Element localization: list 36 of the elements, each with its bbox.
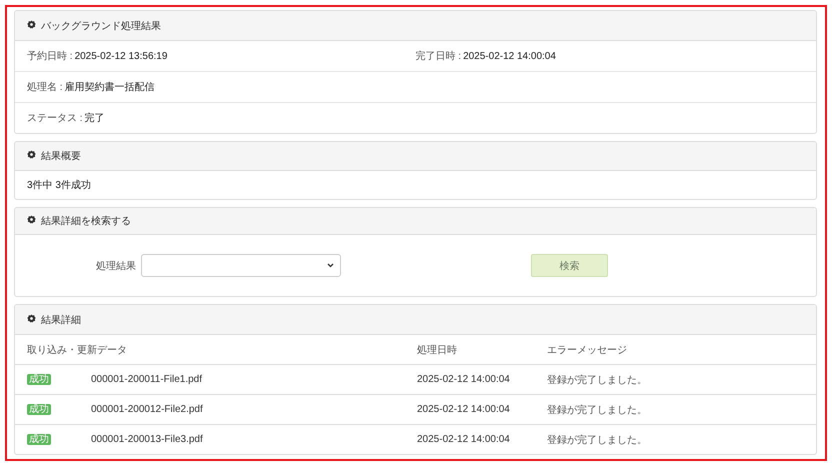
column-header: 取り込み・更新データ: [27, 344, 128, 356]
file-name: 000001-200011-File1.pdf: [91, 374, 204, 385]
panel-title: 結果詳細を検索する: [41, 214, 131, 228]
column-header: エラーメッセージ: [547, 344, 628, 356]
gear-icon: [27, 215, 36, 224]
field-label: 処理名 :: [27, 81, 63, 94]
process-date: 2025-02-12 14:00:04: [417, 404, 511, 415]
result-message: 登録が完了しました。: [547, 374, 648, 386]
file-name: 000001-200012-File2.pdf: [91, 404, 204, 415]
status-badge: 成功: [27, 404, 51, 415]
field-value: 2025-02-12 14:00:04: [463, 50, 556, 62]
gear-icon: [27, 20, 36, 28]
summary-text: 3件中 3件成功: [27, 178, 91, 192]
status-badge: 成功: [27, 374, 51, 385]
field-value: 完了: [84, 112, 105, 125]
field-label: 予約日時 :: [27, 50, 73, 63]
process-date: 2025-02-12 14:00:04: [417, 374, 511, 385]
process-date: 2025-02-12 14:00:04: [417, 434, 511, 445]
panel-title: 結果概要: [41, 150, 81, 163]
result-message: 登録が完了しました。: [547, 404, 648, 416]
search-button[interactable]: 検索: [531, 254, 608, 277]
column-header: 処理日時: [417, 344, 458, 356]
result-message: 登録が完了しました。: [547, 434, 648, 446]
field-label: ステータス :: [27, 112, 83, 125]
file-name: 000001-200013-File3.pdf: [91, 434, 204, 445]
status-badge: 成功: [27, 434, 51, 445]
gear-icon: [27, 314, 36, 322]
field-value: 雇用契約書一括配信: [64, 80, 155, 94]
chevron-down-icon: [327, 263, 334, 268]
filter-label: 処理結果: [95, 260, 137, 272]
panel-title: バックグラウンド処理結果: [41, 20, 161, 32]
field-value: 2025-02-12 13:56:19: [74, 50, 168, 62]
panel-title: 結果詳細: [41, 314, 81, 326]
field-label: 完了日時 :: [416, 50, 462, 63]
gear-icon: [27, 150, 36, 159]
result-select[interactable]: [141, 254, 341, 277]
